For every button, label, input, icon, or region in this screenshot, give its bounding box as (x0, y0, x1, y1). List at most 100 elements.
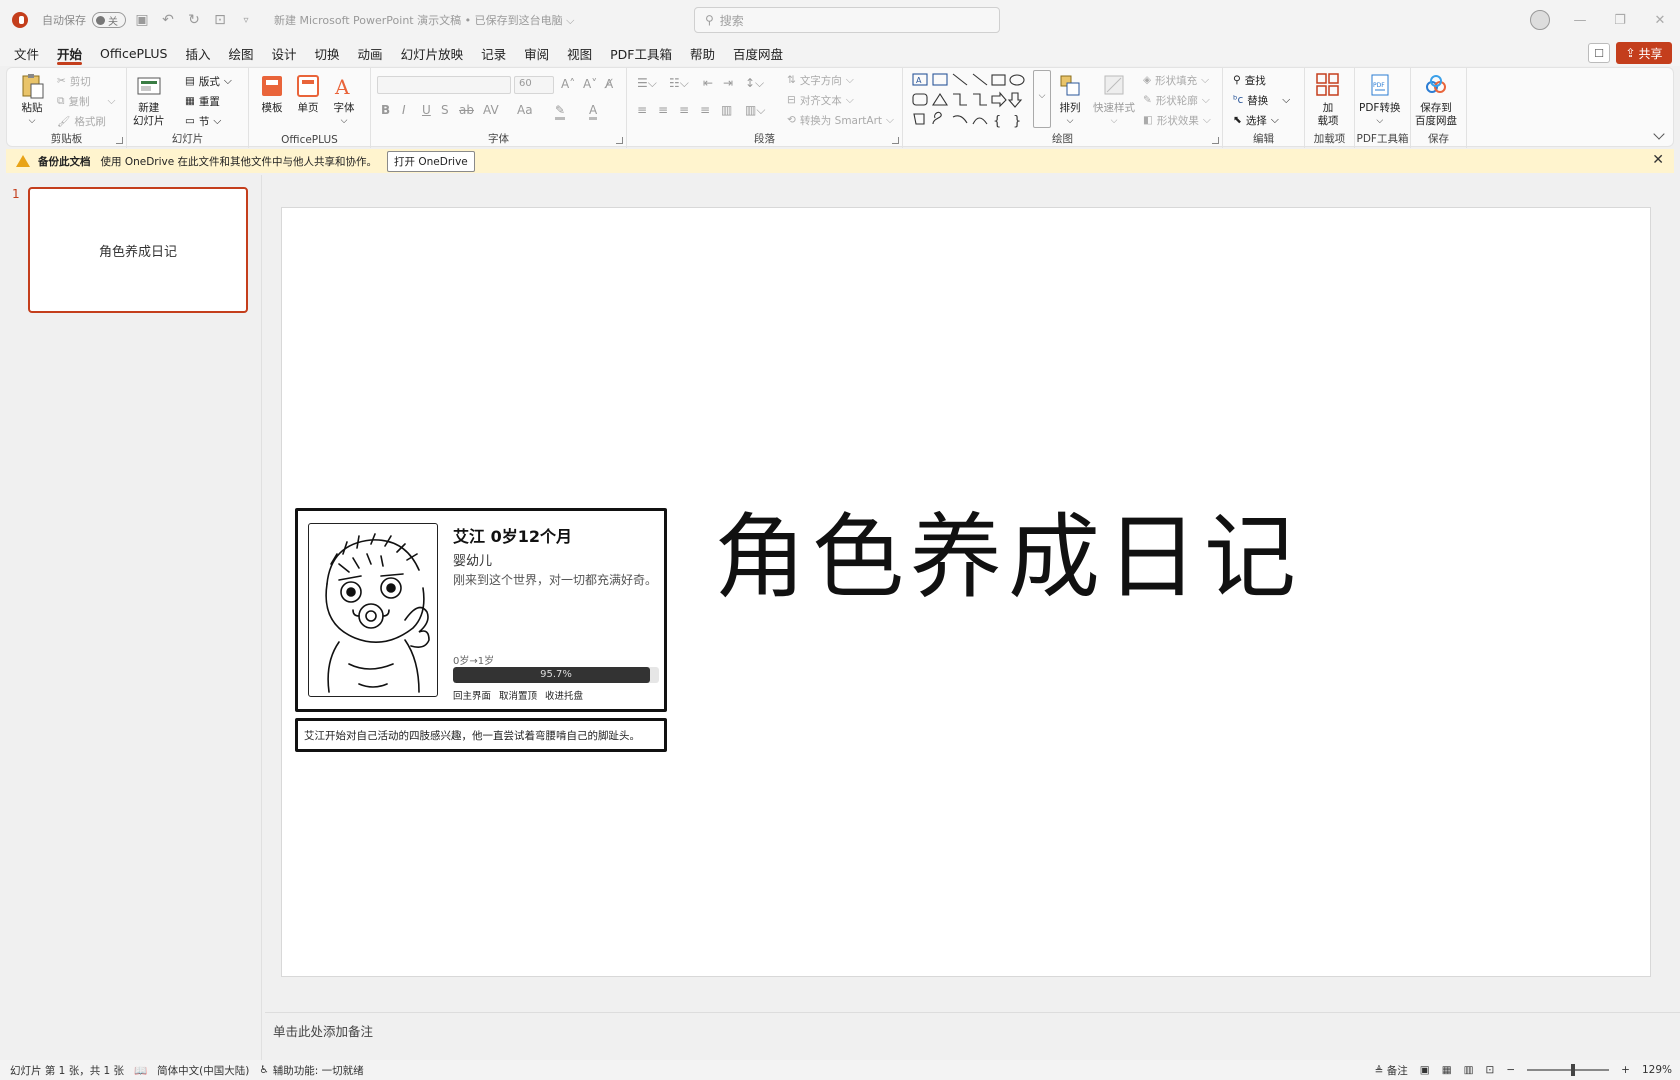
change-case-icon[interactable]: Aa (517, 103, 533, 117)
numbering-icon[interactable]: ☷⌵ (669, 76, 689, 91)
addins-button[interactable]: 加 载项 (1313, 72, 1343, 128)
justify-icon[interactable]: ≡ (700, 103, 710, 117)
close-icon[interactable]: ✕ (1652, 152, 1664, 168)
restore-button[interactable]: ❐ (1600, 0, 1640, 40)
tab-home[interactable]: 开始 (48, 40, 91, 66)
notes-toggle[interactable]: ≜ 备注 (1375, 1063, 1408, 1078)
font-plus-button[interactable]: A 字体 ⌵ (329, 72, 359, 128)
increase-indent-icon[interactable]: ⇥ (723, 76, 733, 90)
format-painter-button[interactable]: 🖌 格式刷 (57, 112, 106, 130)
single-page-button[interactable]: 单页 (293, 72, 323, 115)
shapes-gallery-more-icon[interactable]: ⌵ (1033, 70, 1051, 128)
shape-effects-button[interactable]: ◧ 形状效果 ⌵ (1143, 111, 1211, 129)
section-button[interactable]: ▭ 节 ⌵ (185, 112, 221, 130)
language-indicator[interactable]: 简体中文(中国大陆) (157, 1063, 249, 1078)
font-launcher-icon[interactable] (616, 137, 623, 144)
shadow-icon[interactable]: S (441, 103, 449, 117)
select-button[interactable]: ⬉ 选择 ⌵ (1233, 111, 1279, 129)
collapse-ribbon-icon[interactable] (1653, 128, 1665, 140)
tab-design[interactable]: 设计 (263, 40, 306, 66)
shrink-font-icon[interactable]: A˅ (583, 77, 597, 91)
layout-button[interactable]: ▤ 版式 ⌵ (185, 72, 232, 90)
notes-pane[interactable]: 单击此处添加备注 (265, 1012, 1680, 1052)
tab-pdf-toolbox[interactable]: PDF工具箱 (601, 40, 681, 66)
strikethrough-icon[interactable]: ab (459, 103, 474, 117)
highlight-icon[interactable]: ✎ (555, 103, 566, 120)
tab-officeplus[interactable]: OfficePLUS (91, 40, 176, 66)
zoom-slider[interactable] (1527, 1064, 1610, 1076)
pdf-convert-button[interactable]: PDF PDF转换 ⌵ (1359, 72, 1400, 128)
tab-draw[interactable]: 绘图 (220, 40, 263, 66)
tab-transitions[interactable]: 切换 (306, 40, 349, 66)
find-button[interactable]: ⚲ 查找 (1233, 71, 1266, 89)
minimize-button[interactable]: — (1560, 0, 1600, 40)
italic-icon[interactable]: I (402, 103, 406, 117)
save-to-baidu-button[interactable]: 保存到 百度网盘 (1415, 72, 1457, 128)
tab-record[interactable]: 记录 (472, 40, 515, 66)
tab-animations[interactable]: 动画 (349, 40, 392, 66)
convert-smartart-button[interactable]: ⟲ 转换为 SmartArt ⌵ (787, 111, 894, 129)
redo-icon[interactable]: ↻ (184, 10, 204, 30)
undo-icon[interactable]: ↶ (158, 10, 178, 30)
align-text-button[interactable]: ⊟ 对齐文本 ⌵ (787, 91, 854, 109)
customize-qat-icon[interactable]: ▿ (236, 10, 256, 30)
char-spacing-icon[interactable]: AV (483, 103, 499, 117)
template-button[interactable]: 模板 (257, 72, 287, 115)
align-center-icon[interactable]: ≡ (658, 103, 668, 117)
grow-font-icon[interactable]: A˄ (561, 77, 575, 91)
shape-fill-button[interactable]: ◈ 形状填充 ⌵ (1143, 71, 1209, 89)
save-icon[interactable]: ▣ (132, 10, 152, 30)
back-to-main-button[interactable]: 回主界面 (453, 688, 491, 702)
drawing-launcher-icon[interactable] (1212, 137, 1219, 144)
slide-thumbnail[interactable]: 角色养成日记 (28, 187, 248, 313)
slide-title[interactable]: 角色养成日记 (714, 483, 1302, 616)
tab-file[interactable]: 文件 (0, 40, 48, 66)
tab-review[interactable]: 审阅 (515, 40, 558, 66)
bold-icon[interactable]: B (381, 103, 390, 117)
user-avatar[interactable] (1530, 10, 1550, 30)
reading-view-icon[interactable]: ▥ (1464, 1064, 1474, 1076)
replace-button[interactable]: ᵇc 替换 ⌵ (1233, 91, 1290, 109)
spelling-icon[interactable]: 📖 (134, 1064, 147, 1077)
font-color-icon[interactable]: A (589, 103, 598, 120)
slideshow-view-icon[interactable]: ⊡ (1486, 1064, 1495, 1076)
open-onedrive-button[interactable]: 打开 OneDrive (387, 150, 475, 172)
font-name-combo[interactable] (377, 76, 511, 94)
cut-button[interactable]: ✂ 剪切 (57, 72, 91, 90)
slide-canvas[interactable]: 艾江 0岁12个月 婴幼儿 刚来到这个世界，对一切都充满好奇。 0岁→1岁 95… (281, 207, 1651, 977)
comments-button[interactable]: ☐ (1588, 43, 1610, 63)
bullets-icon[interactable]: ☰⌵ (637, 76, 657, 91)
arrange-button[interactable]: 排列 ⌵ (1055, 72, 1085, 128)
share-button[interactable]: ⇪ 共享 (1616, 42, 1672, 64)
shapes-gallery[interactable]: A { } (911, 72, 1033, 128)
distributed-icon[interactable]: ▥ (721, 103, 732, 117)
quick-styles-button[interactable]: 快速样式 ⌵ (1093, 72, 1135, 128)
event-text-box[interactable]: 艾江开始对自己活动的四肢感兴趣，他一直尝试着弯腰啃自己的脚趾头。 (295, 718, 667, 752)
zoom-level[interactable]: 129% (1642, 1064, 1672, 1076)
search-input[interactable]: ⚲ 搜索 (694, 7, 1000, 33)
tab-baidu-netdisk[interactable]: 百度网盘 (724, 40, 792, 66)
accessibility-status[interactable]: ♿ 辅助功能: 一切就绪 (259, 1063, 363, 1078)
unpin-button[interactable]: 取消置顶 (499, 688, 537, 702)
minimize-to-tray-button[interactable]: 收进托盘 (545, 688, 583, 702)
paste-button[interactable]: 粘贴 ⌵ (17, 72, 47, 128)
clear-format-icon[interactable]: A̸ (605, 77, 613, 91)
columns-icon[interactable]: ▥⌵ (745, 103, 765, 118)
line-spacing-icon[interactable]: ↕⌵ (745, 76, 764, 91)
slide-sorter-icon[interactable]: ▦ (1442, 1064, 1452, 1076)
present-icon[interactable]: ⊡ (210, 10, 230, 30)
tab-insert[interactable]: 插入 (176, 40, 219, 66)
character-card[interactable]: 艾江 0岁12个月 婴幼儿 刚来到这个世界，对一切都充满好奇。 0岁→1岁 95… (295, 508, 667, 712)
new-slide-button[interactable]: 新建 幻灯片 (133, 72, 165, 128)
shape-outline-button[interactable]: ✎ 形状轮廓 ⌵ (1143, 91, 1210, 109)
tab-view[interactable]: 视图 (558, 40, 601, 66)
align-right-icon[interactable]: ≡ (679, 103, 689, 117)
autosave-toggle[interactable]: 关 (92, 12, 126, 28)
font-size-combo[interactable]: 60 (514, 76, 554, 94)
paragraph-launcher-icon[interactable] (892, 137, 899, 144)
reset-button[interactable]: ▦ 重置 (185, 92, 220, 110)
align-left-icon[interactable]: ≡ (637, 103, 647, 117)
zoom-out-icon[interactable]: − (1506, 1064, 1515, 1076)
zoom-in-icon[interactable]: + (1621, 1064, 1630, 1076)
tab-help[interactable]: 帮助 (681, 40, 724, 66)
